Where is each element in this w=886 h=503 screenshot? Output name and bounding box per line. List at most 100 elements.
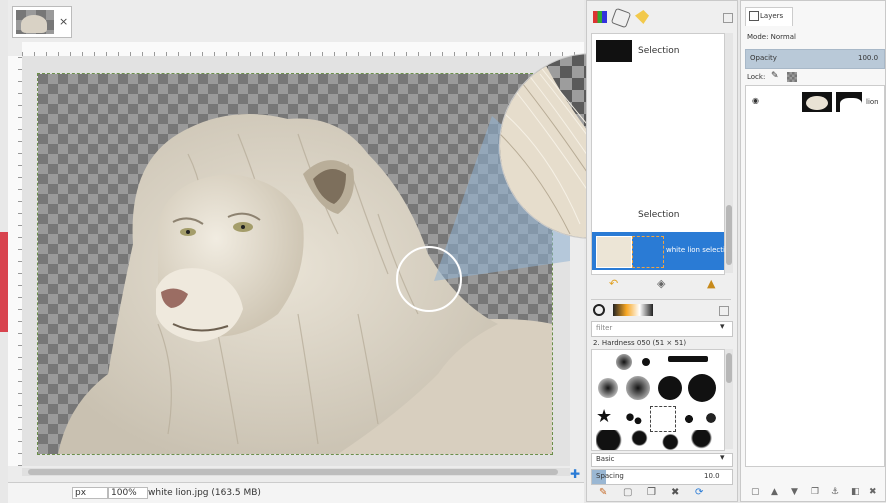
lower-layer-icon[interactable]: ▼ xyxy=(791,487,798,497)
delete-brush-icon[interactable]: ✖ xyxy=(671,487,679,498)
brush-tag-field[interactable]: Basic ▾ xyxy=(591,453,733,467)
brush-category-label: 2. Hardness 050 (51 × 51) xyxy=(593,339,687,347)
middle-dock: Selection Selection white lion selection… xyxy=(586,0,738,502)
paths-scrollbar[interactable] xyxy=(725,33,733,273)
brushes-menu-icon[interactable] xyxy=(719,306,729,316)
path-name: white lion selection xyxy=(666,246,734,254)
layers-buttons: ▢ ▲ ▼ ❐ ⚓ ◧ ✖ xyxy=(745,487,885,501)
brush-item[interactable] xyxy=(658,376,682,400)
lion-thumb-shape xyxy=(21,15,47,33)
layer-mask-thumbnail xyxy=(836,92,862,112)
splatter-brush[interactable] xyxy=(702,408,720,428)
texture-brushes[interactable] xyxy=(596,430,720,450)
tab-layers-label: Layers xyxy=(760,12,784,20)
stroke-path-icon[interactable]: ▲ xyxy=(707,277,715,290)
splatter-brush[interactable] xyxy=(680,410,698,428)
layer-name: lion xyxy=(866,98,879,106)
path-to-selection-icon[interactable]: ↶ xyxy=(609,277,618,290)
edit-brush-icon[interactable]: ✎ xyxy=(599,487,607,498)
refresh-brushes-icon[interactable]: ⟳ xyxy=(695,487,703,498)
list-item-selected[interactable]: white lion selection xyxy=(592,232,734,270)
raise-layer-icon[interactable]: ▲ xyxy=(771,487,778,497)
horizontal-scrollbar-thumb[interactable] xyxy=(28,469,558,475)
new-brush-icon[interactable]: ▢ xyxy=(623,487,632,498)
tab-close-icon[interactable]: × xyxy=(59,15,68,28)
selection-to-path-icon[interactable]: ◈ xyxy=(657,277,665,290)
spacing-value: 10.0 xyxy=(704,472,720,480)
brushes-tab-icon[interactable] xyxy=(593,304,605,316)
visibility-eye-icon[interactable]: ◉ xyxy=(752,96,759,105)
horizontal-scrollbar[interactable] xyxy=(22,468,570,476)
layers-list: ◉ lion xyxy=(745,85,885,467)
paths-buttons: ↶ ◈ ▲ xyxy=(591,275,731,291)
opacity-value: 100.0 xyxy=(858,54,879,62)
navigate-icon[interactable]: ✚ xyxy=(570,468,582,480)
lock-alpha-icon[interactable] xyxy=(787,72,797,82)
chevron-down-icon[interactable]: ▾ xyxy=(720,322,725,332)
undo-history-tab-icon[interactable] xyxy=(635,10,649,24)
zoom-selector[interactable]: 100% xyxy=(108,487,148,499)
mode-label[interactable]: Mode: Normal xyxy=(747,33,796,41)
magnifier-target-circle xyxy=(396,246,462,312)
list-item[interactable]: Selection xyxy=(592,204,724,226)
duplicate-brush-icon[interactable]: ❐ xyxy=(647,487,656,498)
layer-thumbnail-lion xyxy=(806,96,828,110)
lock-pixels-icon[interactable]: ✎ xyxy=(771,71,779,81)
status-info: white lion.jpg (163.5 MB) xyxy=(148,488,261,498)
path-mask-thumbnail xyxy=(632,236,664,268)
brush-buttons: ✎ ▢ ❐ ✖ ⟳ xyxy=(591,487,731,501)
list-item[interactable]: Selection xyxy=(592,40,724,62)
layer-row[interactable]: ◉ lion xyxy=(746,90,884,114)
layer-mask-shape xyxy=(840,98,862,112)
opacity-slider[interactable]: Opacity 100.0 xyxy=(745,49,885,69)
star-brush-icon[interactable]: ★ xyxy=(596,406,612,427)
spacing-slider[interactable]: Spacing 10.0 xyxy=(591,469,733,485)
chevron-down-icon[interactable]: ▾ xyxy=(720,453,725,463)
layers-dock: Layers Mode: Normal Opacity 100.0 Lock: … xyxy=(740,0,886,502)
unit-selector[interactable]: px xyxy=(72,487,108,499)
opacity-label: Opacity xyxy=(750,54,777,62)
layer-thumbnail xyxy=(802,92,832,112)
path-thumbnail xyxy=(596,236,632,268)
tab-layers[interactable]: Layers xyxy=(745,7,793,26)
selected-brush[interactable] xyxy=(650,406,676,432)
path-thumbnail xyxy=(596,40,632,62)
channels-tab-icon[interactable] xyxy=(593,11,607,23)
dock-tabs xyxy=(591,7,735,29)
dock-menu-icon[interactable] xyxy=(723,13,733,23)
magnifier-beam xyxy=(434,116,570,281)
brush-item[interactable] xyxy=(626,376,650,400)
splatter-brush[interactable] xyxy=(624,410,644,428)
gradients-tab-icon[interactable] xyxy=(613,304,653,316)
anchor-layer-icon[interactable]: ⚓ xyxy=(831,487,839,497)
duplicate-layer-icon[interactable]: ❐ xyxy=(811,487,819,497)
brush-grid-scrollbar[interactable] xyxy=(725,349,733,449)
path-name: Selection xyxy=(638,46,680,56)
paths-list: Selection Selection white lion selection xyxy=(591,33,734,275)
brush-tag-text: Basic xyxy=(596,455,615,463)
brush-item[interactable] xyxy=(668,356,708,362)
brush-filter-field[interactable]: filter ▾ xyxy=(591,321,733,337)
path-name: Selection xyxy=(638,210,680,220)
image-window: × ✚ px 100% white lion.jpg (163.5 MB) xyxy=(8,0,684,503)
brushes-tabs xyxy=(591,299,731,318)
status-bar: px 100% white lion.jpg (163.5 MB) xyxy=(8,482,584,503)
lock-label: Lock: xyxy=(747,73,766,81)
layers-icon xyxy=(749,11,759,21)
brush-item[interactable] xyxy=(598,378,618,398)
image-tab[interactable]: × xyxy=(12,6,72,38)
brush-filter-text: filter xyxy=(596,324,613,332)
paths-tab-icon[interactable] xyxy=(610,7,632,29)
mask-layer-icon[interactable]: ◧ xyxy=(851,487,860,497)
canvas-area[interactable] xyxy=(22,56,570,466)
brush-item[interactable] xyxy=(642,358,650,366)
spacing-label: Spacing xyxy=(596,472,624,480)
brush-item[interactable] xyxy=(616,354,632,370)
delete-layer-icon[interactable]: ✖ xyxy=(869,487,877,497)
brush-item[interactable] xyxy=(688,374,716,402)
paths-scrollbar-thumb[interactable] xyxy=(726,205,732,265)
vertical-ruler[interactable] xyxy=(8,56,23,466)
brush-grid[interactable]: ★ xyxy=(591,349,725,451)
new-layer-icon[interactable]: ▢ xyxy=(751,487,760,497)
brush-grid-scrollbar-thumb[interactable] xyxy=(726,353,732,383)
